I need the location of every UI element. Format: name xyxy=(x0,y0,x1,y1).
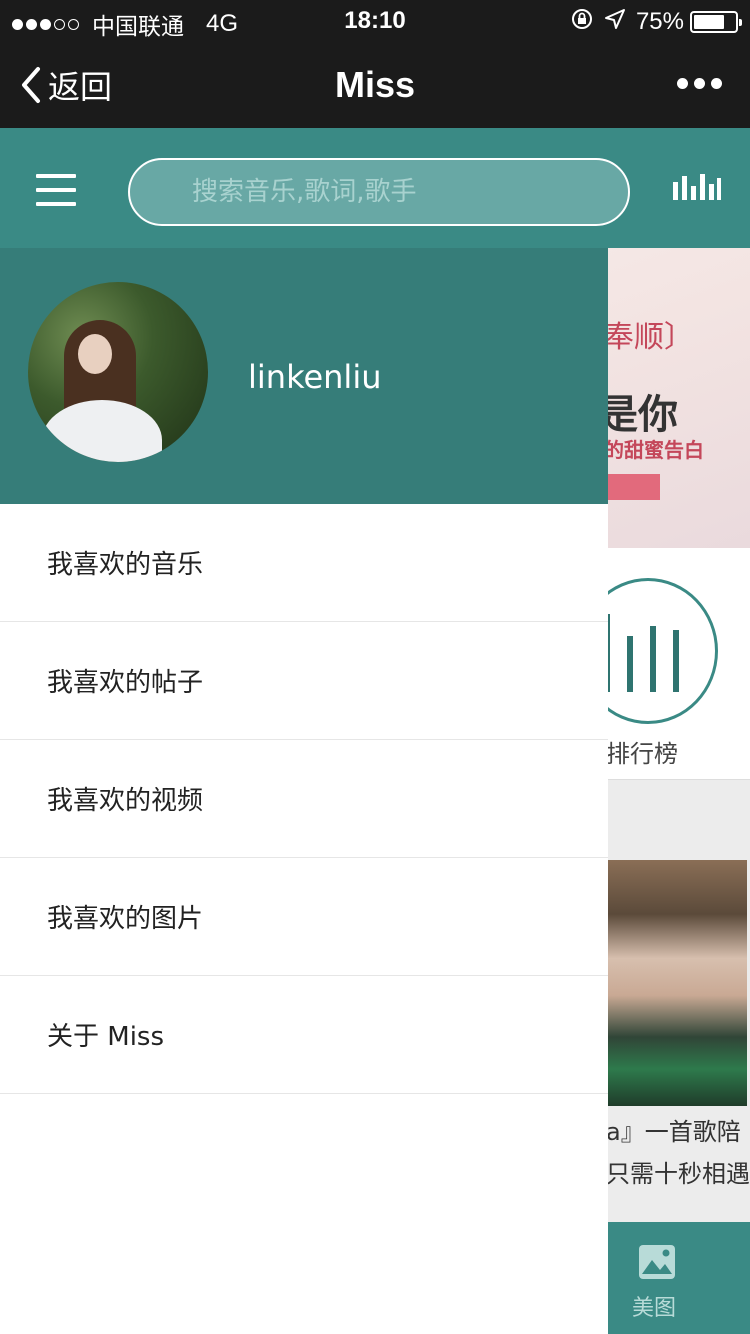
banner-text-3: 的甜蜜告白 xyxy=(604,438,704,462)
post-photo[interactable] xyxy=(606,860,747,1106)
equalizer-icon[interactable] xyxy=(672,172,722,200)
status-right: 75% xyxy=(570,7,742,37)
side-drawer: linkenliu 我喜欢的音乐 我喜欢的帖子 我喜欢的视频 我喜欢的图片 关于… xyxy=(0,248,608,1334)
search-input[interactable] xyxy=(130,177,628,207)
rotation-lock-icon xyxy=(570,7,594,37)
ranking-bars-icon xyxy=(604,614,696,692)
image-icon xyxy=(639,1245,675,1279)
drawer-menu: 我喜欢的音乐 我喜欢的帖子 我喜欢的视频 我喜欢的图片 关于 Miss xyxy=(0,504,608,1094)
menu-item-liked-images[interactable]: 我喜欢的图片 xyxy=(0,858,608,976)
banner-ribbon xyxy=(600,474,660,500)
post-caption-line-2: 只需十秒相遇 xyxy=(606,1160,750,1188)
more-options-icon[interactable] xyxy=(671,78,722,89)
menu-item-liked-posts[interactable]: 我喜欢的帖子 xyxy=(0,622,608,740)
post-caption-line-1: a』一首歌陪 xyxy=(606,1118,741,1146)
app-header xyxy=(0,128,750,248)
battery-icon xyxy=(690,11,742,33)
tab-gallery-label: 美图 xyxy=(632,1296,677,1321)
banner-text-1: 奉顺〕 xyxy=(604,320,694,355)
menu-item-liked-videos[interactable]: 我喜欢的视频 xyxy=(0,740,608,858)
profile-header: linkenliu xyxy=(0,248,608,504)
tab-gallery[interactable]: 美图 xyxy=(606,1222,750,1334)
hamburger-menu-icon[interactable] xyxy=(36,174,76,206)
page-title: Miss xyxy=(334,64,416,105)
username: linkenliu xyxy=(248,358,382,396)
location-icon xyxy=(604,8,626,36)
battery-percent: 75% xyxy=(635,8,684,35)
search-box[interactable] xyxy=(128,158,630,226)
avatar[interactable] xyxy=(28,282,208,462)
banner-text-2: 是你 xyxy=(598,392,678,438)
menu-item-about[interactable]: 关于 Miss xyxy=(0,976,608,1094)
ranking-label: 排行榜 xyxy=(606,740,678,768)
navigation-bar: 返回 Miss xyxy=(0,40,750,128)
menu-item-liked-music[interactable]: 我喜欢的音乐 xyxy=(0,504,608,622)
status-bar: 中国联通 4G 18:10 75% xyxy=(0,0,750,40)
